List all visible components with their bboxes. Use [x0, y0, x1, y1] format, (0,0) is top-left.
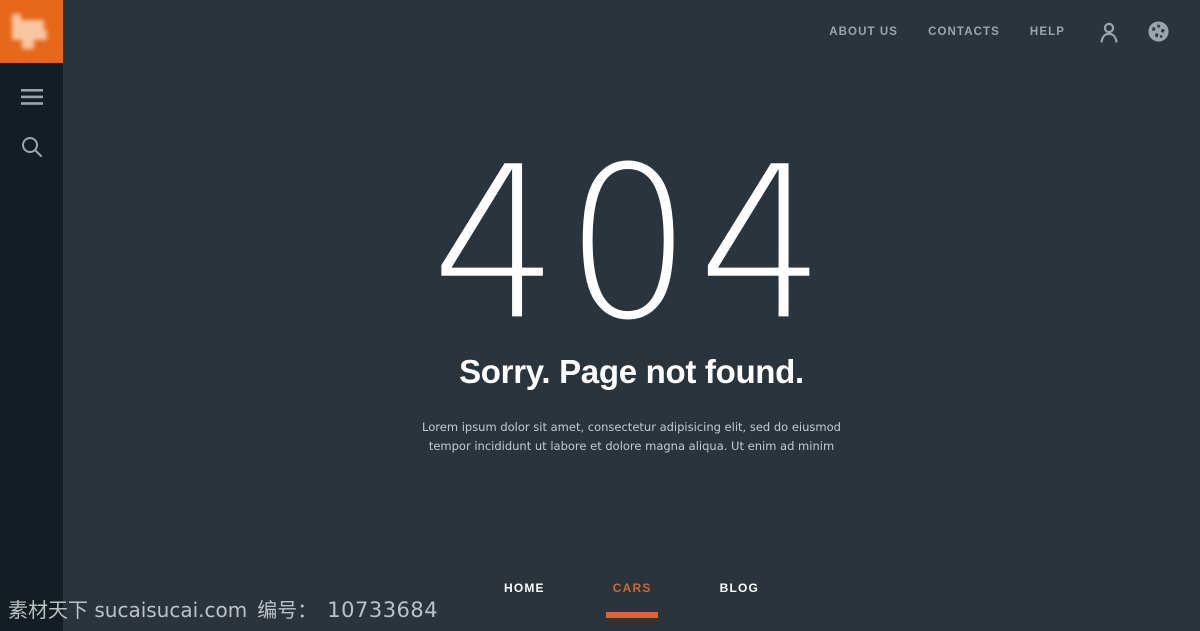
watermark-site: 素材天下 sucaisucai.com [8, 598, 248, 622]
bottomnav-item-home[interactable]: HOME [504, 581, 545, 618]
left-sidebar [0, 0, 63, 631]
logo-mark-icon [0, 0, 63, 63]
watermark-id-value: 10733684 [327, 598, 439, 622]
globe-language-icon[interactable] [1147, 20, 1170, 43]
error-code: 404 [431, 122, 832, 367]
topnav-link-help[interactable]: HELP [1030, 26, 1065, 38]
error-description: Lorem ipsum dolor sit amet, consectetur … [422, 420, 841, 453]
site-logo[interactable] [0, 0, 63, 63]
topnav-link-about-us[interactable]: ABOUT US [829, 26, 898, 38]
watermark: 素材天下 sucaisucai.com 编号： 10733684 [8, 594, 438, 623]
bottomnav-item-blog[interactable]: BLOG [720, 581, 759, 618]
hamburger-menu-icon [20, 89, 43, 105]
main-content: 404 Sorry. Page not found. Lorem ipsum d… [63, 0, 1200, 631]
error-title: Sorry. Page not found. [459, 353, 804, 390]
page-root: ABOUT US CONTACTS HELP 404 Sorry. Page n… [0, 0, 1200, 631]
user-account-icon[interactable] [1097, 20, 1121, 44]
top-navigation: ABOUT US CONTACTS HELP [63, 0, 1200, 63]
sidebar-item-search[interactable] [0, 127, 63, 167]
search-icon [21, 136, 43, 158]
topnav-link-contacts[interactable]: CONTACTS [928, 26, 1000, 38]
bottomnav-item-cars[interactable]: CARS [613, 581, 652, 618]
sidebar-item-menu[interactable] [0, 77, 63, 117]
watermark-id-label: 编号： [257, 598, 318, 622]
